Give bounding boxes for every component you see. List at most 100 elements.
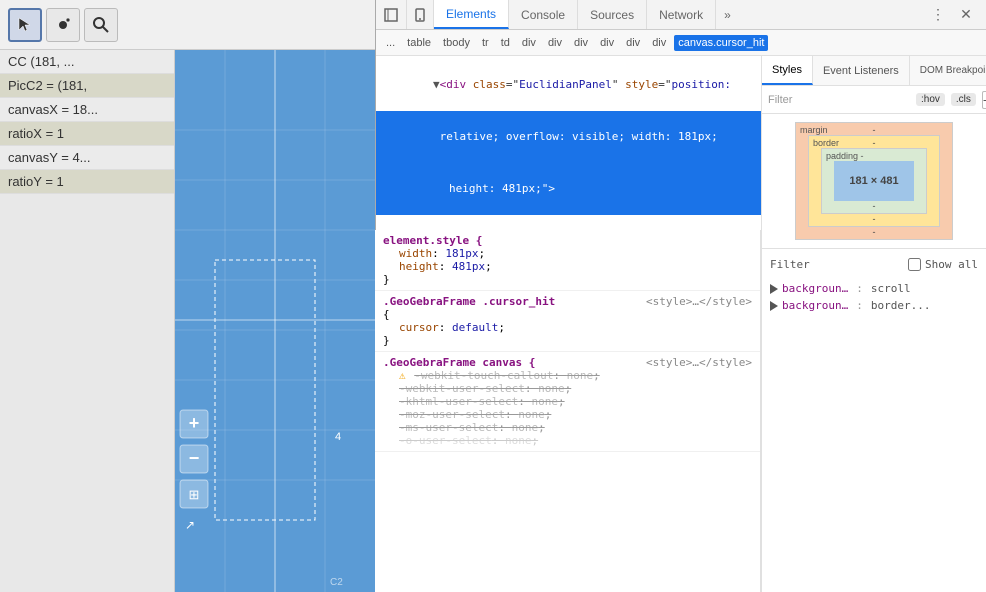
breadcrumb-item[interactable]: div <box>596 35 618 51</box>
style-source: <style>…</style> <box>646 295 752 308</box>
style-props: cursor: default; <box>383 321 752 334</box>
add-style-btn[interactable]: + <box>982 91 986 109</box>
box-content: 181 × 481 <box>834 161 914 201</box>
algebra-item: ratioY = 1 <box>0 170 174 194</box>
style-close: } <box>383 334 752 347</box>
styles-filter-bar: :hov .cls + <box>762 86 986 114</box>
tab-network[interactable]: Network <box>647 0 716 29</box>
algebra-panel: CC (181, ... PicC2 = (181, canvasX = 18.… <box>0 50 175 592</box>
expand-triangle[interactable] <box>770 284 778 294</box>
style-props: width: 181px; height: 481px; <box>383 247 752 273</box>
style-prop-strikethrough: -o-user-select: none; <box>399 434 752 447</box>
filter-label: Filter <box>770 258 810 271</box>
styles-content: Filter Show all backgroun… : scroll back… <box>762 248 986 592</box>
show-all-label: Show all <box>925 258 978 271</box>
style-prop: height: 481px; <box>399 260 752 273</box>
show-all-checkbox-input[interactable] <box>908 258 921 271</box>
cursor-arrow: ↗ <box>185 518 195 532</box>
devtools-mobile-icon[interactable] <box>407 0 434 29</box>
style-rule-element: element.style { width: 181px; height: 48… <box>375 230 760 291</box>
prop-value: border... <box>871 299 931 312</box>
prop-value: scroll <box>871 282 911 295</box>
dom-line-selected: relative; overflow: visible; width: 181p… <box>376 111 761 163</box>
breadcrumb-item[interactable]: div <box>622 35 644 51</box>
padding-label: padding - <box>826 151 864 161</box>
margin-label: margin <box>800 125 828 135</box>
style-props: ⚠ -webkit-touch-callout: none; -webkit-u… <box>383 369 752 447</box>
style-prop-strikethrough: -webkit-user-select: none; <box>399 382 752 395</box>
css-rules-panel: element.style { width: 181px; height: 48… <box>375 230 761 592</box>
style-prop-warning: ⚠ -webkit-touch-callout: none; <box>399 369 752 382</box>
show-all-checkbox: Show all <box>908 258 978 271</box>
algebra-item: PicC2 = (181, <box>0 74 174 98</box>
point-tool-btn[interactable] <box>46 8 80 42</box>
cursor-tool-btn[interactable] <box>8 8 42 42</box>
tab-more[interactable]: » <box>716 0 739 29</box>
style-prop-strikethrough: -webkit-touch-callout: none; <box>414 369 599 382</box>
computed-prop-1: backgroun… : scroll <box>762 280 986 297</box>
svg-text:4: 4 <box>335 431 341 443</box>
style-open-brace: { <box>383 308 752 321</box>
prop-name: backgroun… <box>782 282 848 295</box>
cls-filter[interactable]: .cls <box>951 93 976 106</box>
padding-bottom: - <box>873 201 876 211</box>
settings-icon[interactable]: ⋮ <box>926 3 950 27</box>
tab-sources[interactable]: Sources <box>578 0 647 29</box>
breadcrumb-item[interactable]: ... <box>382 35 399 51</box>
close-devtools-btn[interactable]: ✕ <box>954 3 978 27</box>
tab-elements[interactable]: Elements <box>434 0 509 29</box>
breadcrumb-item[interactable]: td <box>497 35 514 51</box>
style-prop: width: 181px; <box>399 247 752 260</box>
box-model-area: margin - border - padding - 181 × 481 - <box>762 114 986 248</box>
tab-event-listeners[interactable]: Event Listeners <box>813 56 910 85</box>
computed-prop-2: backgroun… : border... <box>762 297 986 314</box>
dom-line: ▼<div class="EuclidianPanel" style="posi… <box>376 60 761 111</box>
style-source: <style>…</style> <box>646 356 752 369</box>
styles-filter-input[interactable] <box>768 94 910 106</box>
algebra-item: ratioX = 1 <box>0 122 174 146</box>
devtools-actions: ⋮ ✕ <box>926 0 986 29</box>
breadcrumb-item[interactable]: div <box>648 35 670 51</box>
devtools-tabs: Elements Console Sources Network » ⋮ ✕ <box>376 0 986 30</box>
breadcrumb-item[interactable]: div <box>570 35 592 51</box>
style-rule-canvas: .GeoGebraFrame canvas { <style>…</style>… <box>375 352 760 452</box>
tab-dom-breakpoints[interactable]: DOM Breakpoints <box>910 56 986 85</box>
box-model: margin - border - padding - 181 × 481 - <box>795 122 953 240</box>
breadcrumb-item[interactable]: div <box>544 35 566 51</box>
style-selector: .GeoGebraFrame canvas { <box>383 356 535 369</box>
dom-line-selected-2: height: 481px;"> <box>376 163 761 215</box>
box-margin: margin - border - padding - 181 × 481 - <box>795 122 953 240</box>
tab-console[interactable]: Console <box>509 0 578 29</box>
svg-text:⊞: ⊞ <box>189 487 200 502</box>
border-top: - <box>873 138 876 148</box>
right-panels: Styles Event Listeners DOM Breakpoints P… <box>761 56 986 592</box>
tab-styles[interactable]: Styles <box>762 56 813 85</box>
border-bottom: - <box>873 214 876 224</box>
breadcrumb-item[interactable]: tr <box>478 35 493 51</box>
svg-text:C2: C2 <box>330 577 343 588</box>
style-close: } <box>383 273 752 286</box>
svg-text:−: − <box>189 448 200 468</box>
style-prop-strikethrough: -moz-user-select: none; <box>399 408 752 421</box>
breadcrumb-item[interactable]: tbody <box>439 35 474 51</box>
breadcrumb-item-active[interactable]: canvas.cursor_hit <box>674 35 768 51</box>
rule-header: .GeoGebraFrame canvas { <style>…</style> <box>383 356 752 369</box>
algebra-item: canvasY = 4... <box>0 146 174 170</box>
margin-bottom: - <box>873 227 876 237</box>
style-selector: element.style { <box>383 234 752 247</box>
border-label: border <box>813 138 839 148</box>
warning-icon: ⚠ <box>399 369 406 382</box>
breadcrumb-item[interactable]: div <box>518 35 540 51</box>
graphics-canvas: + − ⊞ 4 C2 ↗ <box>175 50 375 592</box>
style-rule-cursor-hit: .GeoGebraFrame .cursor_hit <style>…</sty… <box>375 291 760 352</box>
breadcrumb-item[interactable]: table <box>403 35 435 51</box>
search-tool-btn[interactable] <box>84 8 118 42</box>
hov-filter[interactable]: :hov <box>916 93 945 106</box>
expand-triangle[interactable] <box>770 301 778 311</box>
style-selector: .GeoGebraFrame .cursor_hit <box>383 295 555 308</box>
devtools-inspect-icon[interactable] <box>376 0 407 29</box>
prop-name: backgroun… <box>782 299 848 312</box>
style-prop-strikethrough: -ms-user-select: none; <box>399 421 752 434</box>
algebra-item: canvasX = 18... <box>0 98 174 122</box>
geogebra-panel: CC (181, ... PicC2 = (181, canvasX = 18.… <box>0 0 375 592</box>
